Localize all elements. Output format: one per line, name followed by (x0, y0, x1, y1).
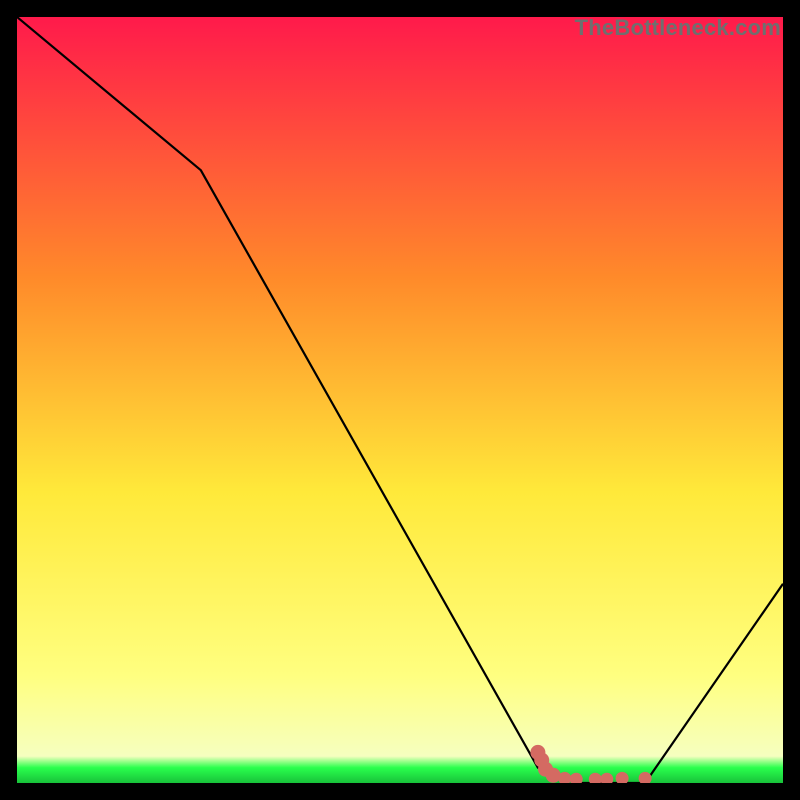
chart-plot (17, 17, 783, 783)
data-dot (546, 768, 561, 783)
watermark-text: TheBottleneck.com (575, 15, 781, 41)
gradient-background (17, 17, 783, 783)
chart-frame: TheBottleneck.com (17, 17, 783, 783)
